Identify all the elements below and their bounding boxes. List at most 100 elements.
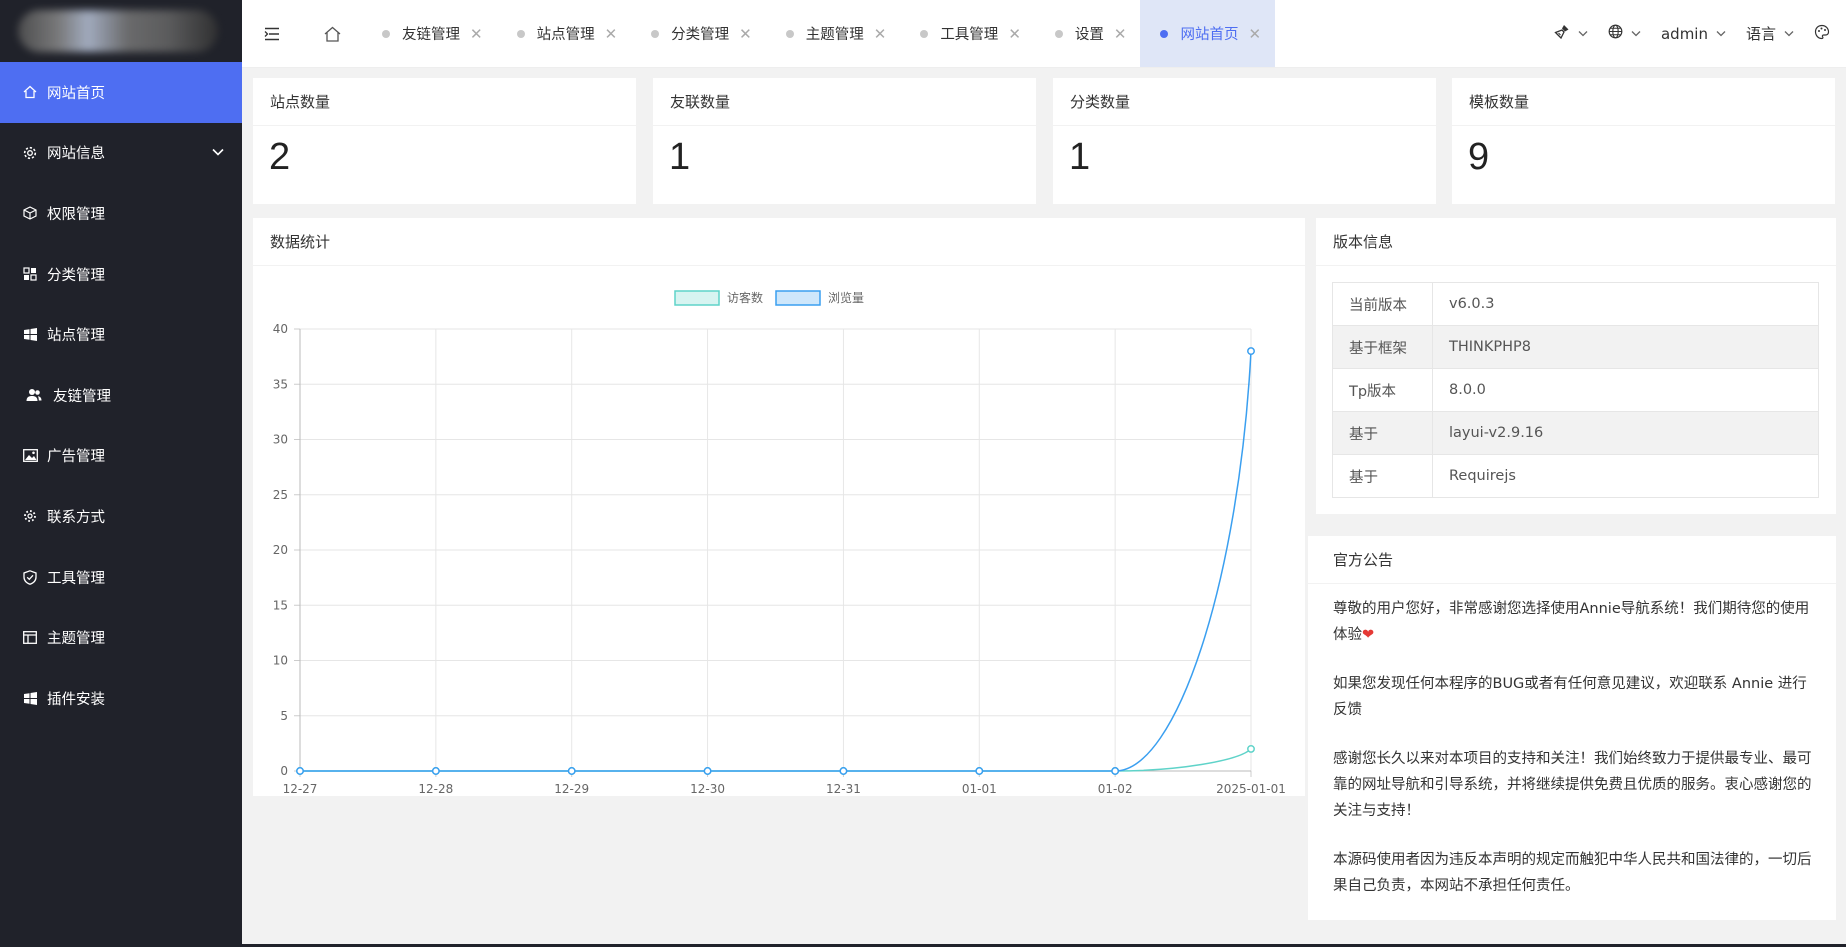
header-right-tools: admin 语言: [1534, 0, 1846, 67]
version-value: 8.0.0: [1432, 368, 1819, 412]
close-icon[interactable]: ✕: [1248, 25, 1261, 43]
sidebar-menu: 网站首页 网站信息 权限管理 分类管理 站点管理 友链管理 广告管理 联系方式 …: [0, 62, 242, 729]
windows-icon: [22, 327, 38, 343]
sidebar-item-label: 广告管理: [47, 449, 105, 466]
stat-card-categories: 分类数量 1: [1053, 78, 1436, 204]
sidebar-item-site-info[interactable]: 网站信息: [0, 123, 242, 184]
tab-label: 网站首页: [1180, 27, 1239, 43]
y-tick-label: 10: [273, 654, 288, 668]
series-line-0: [300, 748, 1252, 772]
data-point: [567, 767, 576, 775]
theme-menu[interactable]: [1814, 24, 1830, 44]
chevron-down-icon: [1578, 27, 1588, 40]
notice-body: 尊敬的用户您好，非常感谢您选择使用Annie导航系统！我们期待您的使用体验❤ 如…: [1308, 584, 1836, 899]
sidebar-item-label: 工具管理: [47, 570, 105, 587]
notice-paragraph: 如果您发现任何本程序的BUG或者有任何意见建议，欢迎联系 Annie 进行反馈: [1333, 676, 1807, 718]
x-tick-label: 01-02: [1098, 782, 1133, 796]
sidebar-item-sites[interactable]: 站点管理: [0, 304, 242, 365]
stat-title: 站点数量: [253, 78, 636, 126]
sidebar-item-contact[interactable]: 联系方式: [0, 486, 242, 547]
stat-value: 9: [1468, 136, 1490, 178]
cube-icon: [22, 205, 38, 221]
sidebar-item-ads[interactable]: 广告管理: [0, 426, 242, 487]
stat-card-links: 友联数量 1: [653, 78, 1036, 204]
stat-value: 1: [669, 136, 691, 178]
tab-sites[interactable]: 站点管理 ✕: [497, 0, 632, 67]
sidebar-item-label: 插件安装: [47, 691, 105, 708]
version-value: Requirejs: [1432, 454, 1819, 498]
stat-card-sites: 站点数量 2: [253, 78, 636, 204]
y-tick-label: 30: [273, 433, 288, 447]
sidebar-item-plugins[interactable]: 插件安装: [0, 668, 242, 729]
heart-icon: ❤: [1362, 627, 1375, 643]
clear-cache-menu[interactable]: [1554, 24, 1588, 44]
stat-card-templates: 模板数量 9: [1452, 78, 1835, 204]
website-menu[interactable]: [1608, 24, 1641, 43]
tab-label: 主题管理: [805, 27, 864, 43]
close-icon[interactable]: ✕: [470, 25, 483, 43]
table-row: Tp版本 8.0.0: [1332, 368, 1819, 412]
sidebar-item-home[interactable]: 网站首页: [0, 62, 242, 123]
data-point: [431, 767, 440, 775]
sidebar-item-themes[interactable]: 主题管理: [0, 607, 242, 668]
chart-panel-title: 数据统计: [253, 218, 1305, 266]
version-value: v6.0.3: [1432, 282, 1819, 326]
sidebar-item-label: 权限管理: [47, 206, 105, 223]
menu-toggle-icon[interactable]: [242, 0, 302, 67]
palette-icon: [1814, 24, 1830, 44]
data-point: [839, 767, 848, 775]
sidebar-item-categories[interactable]: 分类管理: [0, 244, 242, 305]
sidebar-item-label: 友链管理: [53, 388, 111, 405]
tab-categories[interactable]: 分类管理 ✕: [631, 0, 766, 67]
notice-panel: 官方公告 尊敬的用户您好，非常感谢您选择使用Annie导航系统！我们期待您的使用…: [1308, 536, 1836, 920]
x-tick-label: 12-30: [690, 782, 725, 796]
data-point: [975, 767, 984, 775]
language-menu[interactable]: 语言: [1746, 23, 1794, 44]
logo[interactable]: [0, 0, 242, 62]
line-chart: 0 5 10 15 20 25 30 35 40 12-27 12-28 12-29 12-30 12-3…: [273, 290, 1286, 796]
data-point: [1247, 347, 1255, 356]
close-icon[interactable]: ✕: [874, 25, 887, 43]
tab-tools[interactable]: 工具管理 ✕: [900, 0, 1035, 67]
sidebar-item-label: 网站信息: [47, 146, 105, 163]
settings-icon: [22, 508, 38, 524]
y-tick-label: 20: [273, 543, 288, 557]
close-icon[interactable]: ✕: [1114, 25, 1127, 43]
sidebar-item-tools[interactable]: 工具管理: [0, 547, 242, 608]
legend-swatch: [674, 290, 720, 306]
tab-settings[interactable]: 设置 ✕: [1035, 0, 1141, 67]
sidebar-item-label: 站点管理: [47, 328, 105, 345]
tab-friend-links[interactable]: 友链管理 ✕: [362, 0, 497, 67]
stat-title: 友联数量: [653, 78, 1036, 126]
legend-swatch: [775, 290, 821, 306]
legend-label: 浏览量: [828, 290, 864, 305]
grid-icon: [22, 266, 38, 282]
home-icon: [22, 84, 38, 100]
tab-themes[interactable]: 主题管理 ✕: [766, 0, 901, 67]
tab-dot: [785, 29, 794, 38]
version-panel-title: 版本信息: [1316, 218, 1836, 266]
tab-label: 工具管理: [940, 27, 999, 43]
chevron-down-icon: [212, 145, 224, 159]
version-table: 当前版本 v6.0.3 基于框架 THINKPHP8 Tp版本 8.0.0 基于…: [1332, 282, 1819, 498]
chevron-down-icon: [1631, 27, 1641, 40]
sidebar-item-permissions[interactable]: 权限管理: [0, 183, 242, 244]
close-icon[interactable]: ✕: [739, 25, 752, 43]
home-icon[interactable]: [302, 0, 362, 67]
chart-panel: 数据统计 0 5 10 15 20 25 30 35 40 12-27 12-28 12-29 12-3…: [253, 218, 1305, 796]
version-key: Tp版本: [1332, 368, 1433, 412]
x-tick-label: 12-31: [826, 782, 861, 796]
tab-dot: [1160, 29, 1169, 38]
table-row: 基于框架 THINKPHP8: [1332, 325, 1819, 369]
table-row: 基于 Requirejs: [1332, 454, 1819, 498]
tab-label: 友链管理: [402, 27, 460, 43]
sidebar-item-friend-links[interactable]: 友链管理: [0, 365, 242, 426]
stat-title: 分类数量: [1053, 78, 1436, 126]
x-tick-label: 12-27: [283, 782, 318, 796]
user-menu[interactable]: admin: [1661, 25, 1726, 43]
windows-icon: [22, 690, 38, 706]
tab-home[interactable]: 网站首页 ✕: [1140, 0, 1276, 67]
close-icon[interactable]: ✕: [605, 25, 618, 43]
close-icon[interactable]: ✕: [1008, 25, 1021, 43]
version-value: layui-v2.9.16: [1432, 411, 1819, 455]
